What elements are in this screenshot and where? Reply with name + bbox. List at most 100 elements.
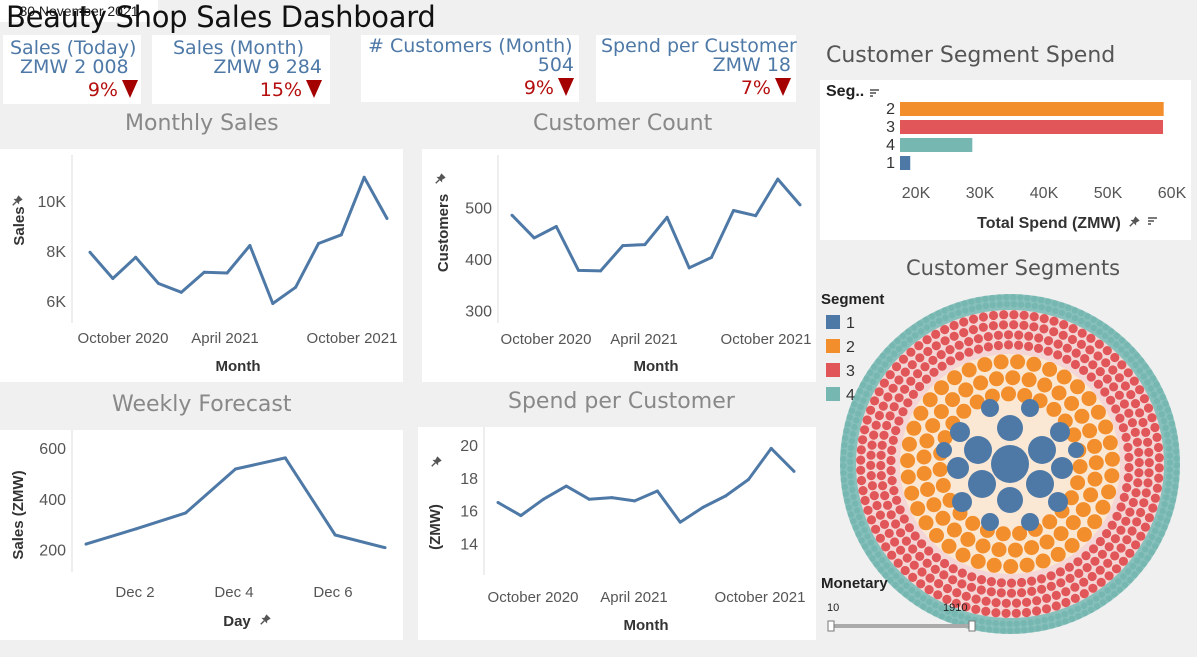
segment-4-bubble	[884, 347, 891, 354]
spend-per-customer-chart[interactable]: 14 16 18 20 October 2020 April 2021 October 20…	[418, 426, 816, 640]
kpi-sales-today: Sales (Today) ZMW 2 008 9%	[3, 35, 141, 104]
segment-4-bubble	[989, 295, 996, 302]
segment-4-bubble	[1145, 540, 1152, 547]
data-point	[134, 255, 138, 259]
segment-3-bubble	[869, 430, 879, 440]
segment-2-bubble	[1005, 370, 1021, 386]
segment-4-bubble	[845, 504, 853, 511]
segment-3-bubble	[968, 314, 979, 324]
segment-3-bubble	[929, 367, 939, 377]
segment-4-bubble	[989, 301, 996, 309]
segment-3-bubble	[949, 331, 959, 341]
x-tick-label: 60K	[1158, 185, 1187, 202]
segment-3-bubble	[1088, 360, 1098, 370]
monthly-sales-chart[interactable]: 6K 8K 10K October 2020 April 2021 October 202…	[0, 149, 403, 382]
segment-4-bubble	[1090, 324, 1097, 332]
segment-4-bubble	[1113, 341, 1120, 348]
segment-3-bubble	[1143, 478, 1153, 488]
segment-3-bubble	[1140, 522, 1150, 532]
segment-2-bubble	[934, 380, 949, 396]
segment-3-bubble	[1082, 563, 1092, 573]
segment-3-bubble	[1079, 365, 1089, 375]
y-tick-label: 600	[39, 441, 66, 458]
segment-2-bubble	[1053, 526, 1069, 542]
segment-3-bubble	[1036, 574, 1047, 584]
segment-4-bubble	[1173, 462, 1180, 469]
customer-count-chart[interactable]: 300 400 500 October 2020 April 2021 October 2…	[422, 149, 816, 382]
segment-1-bubble	[997, 415, 1023, 441]
data-point	[510, 213, 514, 217]
segment-4-bubble	[852, 500, 859, 507]
data-point	[655, 489, 659, 493]
segment-4-bubble	[1028, 626, 1035, 633]
segment-2-bubble	[975, 538, 991, 554]
segment-4-bubble	[1013, 620, 1020, 627]
segment-3-bubble	[968, 325, 978, 335]
segment-3-bubble	[939, 570, 949, 580]
data-point	[184, 511, 188, 515]
segment-3-bubble	[893, 558, 903, 568]
segment-4-bubble	[1109, 582, 1117, 590]
segment-3-bubble	[867, 440, 877, 450]
segment-4-bubble	[1031, 295, 1038, 303]
pin-needle	[435, 179, 440, 184]
bar-category-label: 1	[886, 155, 895, 172]
segment-1-bubble	[968, 470, 996, 498]
segment-3-bubble	[1042, 593, 1052, 603]
segment-3-bubble	[1130, 427, 1140, 437]
segment-3-bubble	[871, 524, 881, 534]
data-point	[587, 497, 591, 501]
segment-4-bubble	[1099, 599, 1107, 606]
segment-3-bubble	[1144, 447, 1154, 457]
segment-3-bubble	[1077, 328, 1087, 338]
segment-2-bubble	[1087, 471, 1103, 487]
segment-2-bubble	[1056, 369, 1072, 385]
segment-4-bubble	[1125, 568, 1132, 575]
monetary-slider-min-handle[interactable]	[827, 620, 835, 632]
segment-3-bubble	[948, 564, 958, 574]
monetary-slider-max-handle[interactable]	[968, 620, 976, 632]
segment-3-bubble	[886, 455, 896, 466]
segment-2-bubble	[1035, 553, 1051, 569]
segment-3-bubble	[1126, 390, 1136, 400]
data-point	[678, 520, 682, 524]
segment-3-bubble	[933, 590, 943, 600]
segment-4-bubble	[869, 378, 877, 385]
segment-4-bubble	[1048, 615, 1055, 622]
data-point	[88, 250, 92, 254]
segment-4-bubble	[1166, 452, 1173, 459]
segment-3-bubble	[1116, 502, 1126, 512]
segment-spend-chart[interactable]: Seg.. 2341 20K 30K 40K 50K 60K Total Spend (ZMW…	[820, 80, 1191, 240]
segment-4-bubble	[1118, 337, 1126, 344]
segment-3-bubble	[1017, 577, 1027, 588]
segment-4-bubble	[860, 397, 867, 404]
segment-3-bubble	[879, 430, 889, 440]
segment-3-bubble	[885, 370, 895, 380]
segment-2-bubble	[991, 542, 1007, 558]
segment-3-bubble	[952, 588, 962, 598]
segment-4-bubble	[917, 328, 925, 335]
segment-4-bubble	[1159, 507, 1166, 515]
segment-3-bubble	[1124, 452, 1134, 462]
segment-4-bubble	[1173, 455, 1180, 462]
segment-3-bubble	[1144, 468, 1154, 478]
segment-3-bubble	[1119, 492, 1129, 502]
y-tick-label: 400	[465, 252, 492, 269]
x-tick-label: Dec 4	[214, 584, 253, 601]
segment-3-bubble	[940, 336, 950, 346]
customer-segments-chart[interactable]: Segment 1 2 3 4 Monetary 10 1910	[817, 284, 1197, 657]
monetary-slider-track[interactable]	[831, 624, 973, 628]
segment-3-bubble	[955, 351, 965, 361]
segment-4-bubble	[875, 551, 882, 558]
segment-4-bubble	[1156, 404, 1163, 411]
segment-4-bubble	[1038, 304, 1045, 311]
kpi-value: ZMW 2 008	[20, 56, 129, 78]
weekly-forecast-chart[interactable]: 200 400 600 Dec 2 Dec 4 Dec 6 Day Sales (ZMW)	[0, 427, 403, 640]
segment-4-bubble	[848, 437, 856, 445]
segment-3-bubble	[1067, 334, 1078, 345]
segment-3-bubble	[896, 528, 906, 538]
segment-4-bubble	[879, 352, 887, 360]
segment-4-bubble	[1068, 615, 1076, 622]
segment-4-bubble	[841, 483, 848, 491]
y-tick-label: 200	[39, 543, 66, 560]
